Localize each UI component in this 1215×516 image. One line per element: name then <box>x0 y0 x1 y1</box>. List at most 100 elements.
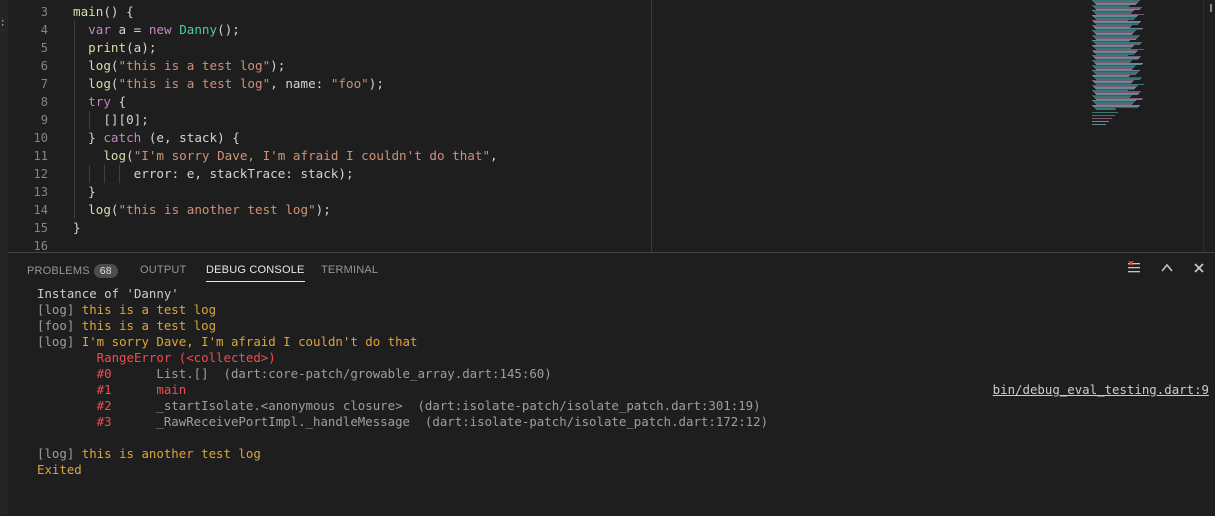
minimap-line <box>1092 112 1118 113</box>
minimap[interactable] <box>1084 0 1144 130</box>
code-token: new <box>148 22 172 37</box>
minimap-line <box>1092 124 1106 125</box>
line-number: 9 <box>40 113 48 127</box>
code-token: ); <box>270 58 286 73</box>
code-line: } catch (e, stack) { <box>73 129 498 147</box>
line-number: 10 <box>33 131 48 145</box>
clear-console-icon[interactable] <box>1125 260 1143 279</box>
code-token: } <box>73 130 104 145</box>
code-token: ( <box>126 148 134 163</box>
code-token: log <box>103 148 127 163</box>
console-line: [log] I'm sorry Dave, I'm afraid I could… <box>37 334 1215 350</box>
problems-count-badge: 68 <box>93 264 118 278</box>
console-line: #3 _RawReceivePortImpl._handleMessage (d… <box>37 414 1215 430</box>
code-token: , <box>490 148 498 163</box>
bottom-panel: PROBLEMS 68 OUTPUT DEBUG CONSOLE TERMINAL… <box>8 252 1215 516</box>
code-line: log("this is another test log"); <box>73 201 498 219</box>
line-number: 5 <box>40 41 48 55</box>
code-token: "this is another test log" <box>118 202 316 217</box>
debug-console-output[interactable]: Instance of 'Danny' [log] this is a test … <box>37 286 1215 478</box>
console-line: [log] this is a test log <box>37 302 1215 318</box>
console-token: #3 <box>37 414 157 429</box>
minimap-line <box>1092 115 1115 116</box>
console-token: I'm sorry Dave, I'm afraid I couldn't do… <box>81 334 418 349</box>
code-token: ( <box>110 76 119 91</box>
more-icon: · · <box>0 17 6 31</box>
code-token: ); <box>315 202 331 217</box>
code-line: error: e, stackTrace: stack); <box>73 165 498 183</box>
minimap-line <box>1092 121 1109 122</box>
panel-tabs: PROBLEMS 68 OUTPUT DEBUG CONSOLE TERMINAL <box>8 253 1215 287</box>
tab-problems-label: PROBLEMS <box>27 265 90 277</box>
line-number: 13 <box>33 185 48 199</box>
console-token: #0 <box>37 366 157 381</box>
console-token: this is a test log <box>81 302 217 317</box>
code-token: print <box>88 40 127 55</box>
close-icon[interactable] <box>1190 261 1208 279</box>
code-token: try <box>88 94 111 109</box>
console-line: [foo] this is a test log <box>37 318 1215 334</box>
chevron-up-icon[interactable] <box>1158 261 1176 279</box>
code-token: main <box>73 4 104 19</box>
code-line: log("I'm sorry Dave, I'm afraid I couldn… <box>73 147 498 165</box>
code-line: main() { <box>73 3 498 21</box>
console-token: #2 <box>37 398 157 413</box>
code-token: () { <box>103 4 134 19</box>
editor-vertical-scrollbar[interactable] <box>1203 0 1215 252</box>
code-line: log("this is a test log", name: "foo"); <box>73 75 498 93</box>
console-token: #1 <box>37 382 157 397</box>
tab-problems[interactable]: PROBLEMS 68 <box>27 264 118 278</box>
source-location-link[interactable]: bin/debug_eval_testing.dart:9 <box>993 382 1209 398</box>
code-token: "this is a test log" <box>118 58 271 73</box>
console-line: Instance of 'Danny' <box>37 286 1215 302</box>
code-token: log <box>88 76 111 91</box>
console-line: Exited <box>37 462 1215 478</box>
line-number-gutter: 3 4 5 6 7 8 9 10 11 12 13 14 15 16 <box>8 3 48 255</box>
code-token: log <box>88 58 111 73</box>
console-line: RangeError (<collected>) <box>37 350 1215 366</box>
tab-terminal[interactable]: TERMINAL <box>321 264 378 276</box>
code-token: } <box>73 220 81 235</box>
code-token: Danny <box>179 22 218 37</box>
code-token: var <box>88 22 111 37</box>
console-line: [log] this is another test log <box>37 446 1215 462</box>
console-token: [log] <box>37 446 82 461</box>
console-line: #1 main bin/debug_eval_testing.dart:9 <box>37 382 1215 398</box>
code-editor[interactable]: 3 4 5 6 7 8 9 10 11 12 13 14 15 16 main() { var a = n… <box>8 0 1215 255</box>
code-token: "I'm sorry Dave, I'm afraid I couldn't d… <box>133 148 491 163</box>
code-token: ( <box>110 58 119 73</box>
activity-bar-edge: · · <box>0 0 8 515</box>
code-token: ( <box>110 202 119 217</box>
editor-split-divider[interactable] <box>651 0 652 252</box>
console-token: Instance of 'Danny' <box>37 286 179 301</box>
console-token: this is another test log <box>81 446 261 461</box>
line-number: 12 <box>33 167 48 181</box>
console-line: #0 List.[] (dart:core-patch/growable_arr… <box>37 366 1215 382</box>
tab-output[interactable]: OUTPUT <box>140 264 186 276</box>
code-line: try { <box>73 93 498 111</box>
code-token: "foo" <box>330 76 369 91</box>
line-number: 14 <box>33 203 48 217</box>
scrollbar-marker <box>1210 4 1212 12</box>
code-line: var a = new Danny(); <box>73 21 498 39</box>
code-token: "this is a test log" <box>118 76 271 91</box>
code-token: } <box>73 184 96 199</box>
console-token: _RawReceivePortImpl._handleMessage (dart… <box>156 414 769 429</box>
code-token: (e, stack) { <box>141 130 240 145</box>
code-token: ); <box>368 76 384 91</box>
minimap-line <box>1096 109 1116 110</box>
code-line: } <box>73 219 498 237</box>
tab-debug-console[interactable]: DEBUG CONSOLE <box>206 264 305 282</box>
code-content[interactable]: main() { var a = new Danny(); print(a); … <box>73 3 498 255</box>
console-token: List.[] (dart:core-patch/growable_array.… <box>156 366 552 381</box>
console-token: [log] <box>37 302 82 317</box>
console-line: #2 _startIsolate.<anonymous closure> (da… <box>37 398 1215 414</box>
code-token: { <box>110 94 127 109</box>
